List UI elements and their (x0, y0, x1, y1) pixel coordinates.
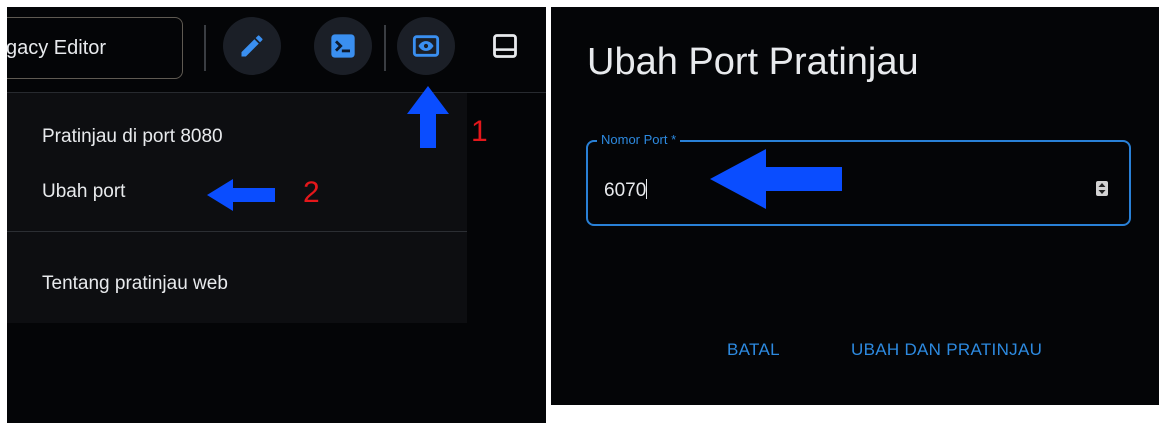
annotation-number-2: 2 (303, 176, 320, 209)
ide-menu-panel: gacy Editor Pratinjau di port 8080 Ubah … (7, 7, 546, 423)
annotation-number-1: 1 (471, 115, 488, 148)
annotation-arrow-left (710, 149, 842, 209)
port-number-field[interactable] (586, 140, 1131, 226)
edit-button[interactable] (223, 17, 281, 75)
web-preview-button[interactable] (397, 17, 455, 75)
panel-icon (493, 34, 517, 58)
annotation-arrow-left (207, 179, 275, 211)
number-spinner[interactable] (1096, 181, 1108, 196)
toolbar-divider (204, 25, 206, 71)
change-and-preview-button[interactable]: UBAH DAN PRATINJAU (851, 340, 1042, 360)
toolbar-divider (384, 25, 386, 71)
text-caret (646, 179, 648, 199)
menu-item-about-web-preview[interactable]: Tentang pratinjau web (42, 273, 228, 295)
menu-item-preview-8080[interactable]: Pratinjau di port 8080 (42, 126, 223, 148)
spinner-arrows-icon (1098, 183, 1106, 194)
annotation-arrow-up (407, 86, 449, 148)
terminal-button[interactable] (314, 17, 372, 75)
port-number-input[interactable]: 6070 (604, 179, 648, 202)
menu-divider (7, 231, 467, 232)
port-number-label: Nomor Port * (597, 132, 681, 147)
pencil-icon (241, 35, 263, 57)
web-preview-icon (412, 35, 440, 57)
legacy-editor-button[interactable]: gacy Editor (7, 17, 183, 79)
panel-toggle-button[interactable] (476, 17, 534, 75)
terminal-icon (331, 34, 355, 58)
cancel-button[interactable]: BATAL (727, 340, 780, 360)
port-number-value: 6070 (604, 180, 647, 201)
dialog-title: Ubah Port Pratinjau (587, 41, 919, 83)
menu-item-change-port[interactable]: Ubah port (42, 181, 125, 203)
change-port-dialog: Ubah Port Pratinjau Nomor Port * 6070 BA… (551, 7, 1159, 405)
